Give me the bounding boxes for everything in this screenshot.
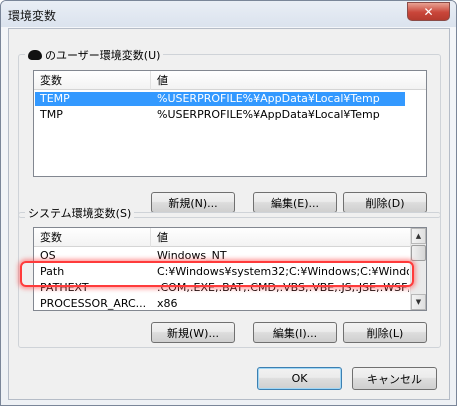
- environment-variables-window: 環境変数 ✕ のユーザー環境変数(U) 変数 値 TEMP %USERPROFI…: [0, 0, 457, 406]
- title-bar[interactable]: 環境変数 ✕: [1, 1, 456, 27]
- system-row-name: OS: [40, 249, 56, 262]
- system-row-name: PATHEXT: [40, 281, 89, 294]
- user-row-name: TMP: [40, 108, 63, 121]
- user-col-name-header[interactable]: 変数: [34, 71, 151, 90]
- system-row-value: x86: [157, 297, 178, 310]
- scrollbar-thumb[interactable]: [411, 245, 426, 261]
- system-variables-group: システム環境変数(S) 変数 値 OS Windows_NT Path C:¥W…: [18, 205, 441, 348]
- user-variables-group: のユーザー環境変数(U) 変数 値 TEMP %USERPROFILE%¥App…: [18, 47, 441, 218]
- system-variables-list[interactable]: 変数 値 OS Windows_NT Path C:¥Windows¥syste…: [33, 227, 427, 311]
- system-row-value: C:¥Windows¥system32;C:¥Windows;C:¥Window…: [157, 265, 409, 278]
- system-edit-button[interactable]: 編集(I)...: [253, 322, 337, 343]
- system-col-name-header[interactable]: 変数: [34, 228, 151, 247]
- system-col-value-header[interactable]: 値: [151, 228, 410, 247]
- dialog-client-area: のユーザー環境変数(U) 変数 値 TEMP %USERPROFILE%¥App…: [8, 28, 450, 400]
- system-row-path[interactable]: Path C:¥Windows¥system32;C:¥Windows;C:¥W…: [35, 265, 409, 279]
- system-variables-legend: システム環境変数(S): [25, 205, 135, 221]
- window-title: 環境変数: [8, 9, 57, 23]
- user-delete-button[interactable]: 削除(D): [343, 192, 427, 213]
- user-row-value: %USERPROFILE%¥AppData¥Local¥Temp: [157, 108, 380, 121]
- close-button[interactable]: ✕: [407, 2, 450, 21]
- user-variables-label: のユーザー環境変数(U): [45, 49, 161, 62]
- user-col-value-header[interactable]: 値: [151, 71, 426, 90]
- close-icon: ✕: [423, 4, 434, 19]
- user-variables-list[interactable]: 変数 値 TEMP %USERPROFILE%¥AppData¥Local¥Te…: [33, 70, 427, 177]
- user-list-header: 変数 値: [34, 71, 426, 90]
- system-row-name: Path: [40, 265, 65, 278]
- system-row-pathext[interactable]: PATHEXT .COM;.EXE;.BAT;.CMD;.VBS;.VBE;.J…: [35, 281, 409, 295]
- user-row-value: %USERPROFILE%¥AppData¥Local¥Temp: [157, 92, 380, 105]
- user-row-name: TEMP: [40, 92, 70, 105]
- cancel-button[interactable]: キャンセル: [352, 367, 437, 390]
- scroll-up-arrow-icon[interactable]: ▲: [411, 228, 426, 244]
- system-variables-label: システム環境変数(S): [28, 207, 132, 220]
- system-list-header: 変数 値: [34, 228, 410, 247]
- system-delete-button[interactable]: 削除(L): [343, 322, 427, 343]
- user-row-temp[interactable]: TEMP %USERPROFILE%¥AppData¥Local¥Temp: [35, 92, 405, 106]
- scroll-down-arrow-icon[interactable]: ▼: [411, 294, 426, 310]
- user-edit-button[interactable]: 編集(E)...: [253, 192, 337, 213]
- system-row-value: Windows_NT: [157, 249, 227, 262]
- system-row-processor-arch[interactable]: PROCESSOR_ARC... x86: [35, 297, 409, 310]
- system-row-os[interactable]: OS Windows_NT: [35, 249, 409, 263]
- user-variables-legend: のユーザー環境変数(U): [25, 47, 164, 63]
- system-row-value: .COM;.EXE;.BAT;.CMD;.VBS;.VBE;.JS;.JSE;.…: [157, 281, 409, 294]
- system-new-button[interactable]: 新規(W)...: [151, 322, 235, 343]
- ok-button[interactable]: OK: [257, 367, 342, 390]
- system-row-name: PROCESSOR_ARC...: [40, 297, 147, 310]
- user-avatar-icon: [28, 50, 42, 60]
- user-new-button[interactable]: 新規(N)...: [151, 192, 235, 213]
- user-row-tmp[interactable]: TMP %USERPROFILE%¥AppData¥Local¥Temp: [35, 108, 405, 122]
- system-list-scrollbar[interactable]: ▲ ▼: [410, 228, 426, 310]
